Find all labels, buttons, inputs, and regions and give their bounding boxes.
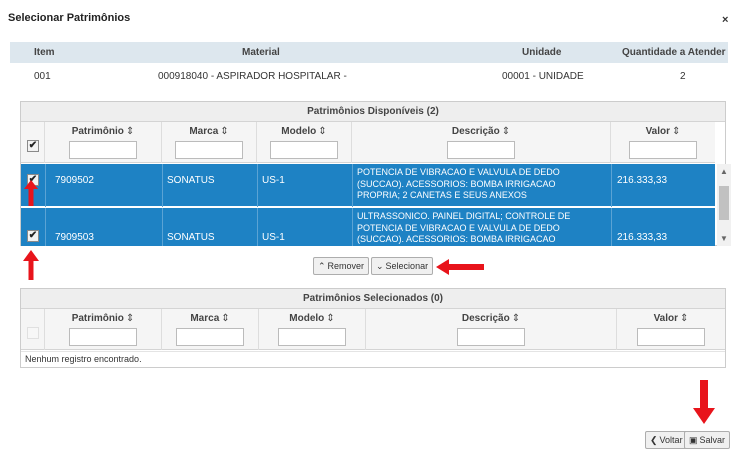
scroll-down-icon[interactable]: ▼ bbox=[717, 234, 731, 243]
cell-descricao: ULTRASSONICO. PAINEL DIGITAL; CONTROLE D… bbox=[357, 211, 571, 244]
select-all-checkbox bbox=[27, 327, 39, 339]
summary-unidade: 00001 - UNIDADE bbox=[502, 71, 584, 82]
selected-caption: Patrimônios Selecionados (0) bbox=[21, 289, 725, 309]
col-modelo-label: Modelo bbox=[289, 313, 325, 324]
table-row[interactable]: ✔ 7909503 SONATUS US-1 ULTRASSONICO. PAI… bbox=[21, 208, 715, 246]
select-all-col bbox=[21, 309, 45, 350]
table-row[interactable]: ✔ 7909502 SONATUS US-1 POTENCIA DE VIBRA… bbox=[21, 164, 715, 207]
col-patrimonio-label: Patrimônio bbox=[71, 126, 124, 137]
col-modelo[interactable]: Modelo ⇕ bbox=[257, 122, 352, 163]
cell-descricao: POTENCIA DE VIBRACAO E VALVULA DE DEDO (… bbox=[357, 167, 560, 200]
selected-grid: Patrimônios Selecionados (0) Patrimônio ⇕… bbox=[20, 288, 726, 368]
select-all-checkbox[interactable]: ✔ bbox=[27, 140, 39, 152]
cell-marca: SONATUS bbox=[167, 232, 215, 243]
summary-col-material: Material bbox=[242, 47, 280, 58]
cell-valor: 216.333,33 bbox=[617, 175, 668, 186]
col-patrimonio[interactable]: Patrimônio ⇕ bbox=[45, 122, 162, 163]
chevron-down-icon: ⌄ bbox=[376, 261, 384, 271]
available-header: ✔ Patrimônio ⇕ Marca ⇕ Modelo ⇕ Descrição ⇕ … bbox=[21, 122, 715, 163]
sort-icon: ⇕ bbox=[680, 313, 689, 324]
cell-modelo: US-1 bbox=[262, 175, 285, 186]
sort-icon: ⇕ bbox=[221, 313, 230, 324]
col-modelo[interactable]: Modelo ⇕ bbox=[259, 309, 366, 350]
row-checkbox[interactable]: ✔ bbox=[27, 230, 39, 242]
selected-header: Patrimônio ⇕ Marca ⇕ Modelo ⇕ Descrição ⇕ Va… bbox=[21, 309, 725, 350]
available-caption: Patrimônios Disponíveis (2) bbox=[21, 102, 725, 122]
dialog-title: Selecionar Patrimônios bbox=[8, 12, 131, 24]
summary-col-unidade: Unidade bbox=[522, 47, 562, 58]
summary-col-item: Item bbox=[34, 47, 55, 58]
remove-button[interactable]: ⌃ Remover bbox=[313, 257, 370, 275]
summary-header: Item Material Unidade Quantidade a Atend… bbox=[10, 42, 728, 63]
col-valor-label: Valor bbox=[645, 126, 671, 137]
col-patrimonio[interactable]: Patrimônio ⇕ bbox=[45, 309, 162, 350]
sort-icon: ⇕ bbox=[125, 313, 135, 324]
cell-patrimonio: 7909502 bbox=[55, 175, 94, 186]
sort-icon: ⇕ bbox=[511, 313, 521, 324]
rows-scrollbar[interactable]: ▲ ▼ bbox=[717, 164, 731, 246]
col-modelo-label: Modelo bbox=[281, 126, 317, 137]
col-marca-label: Marca bbox=[190, 313, 220, 324]
col-marca[interactable]: Marca ⇕ bbox=[162, 122, 257, 163]
col-descricao[interactable]: Descrição ⇕ bbox=[352, 122, 611, 163]
select-all-col: ✔ bbox=[21, 122, 45, 163]
back-button[interactable]: ❮ Voltar bbox=[645, 431, 688, 449]
filter-modelo-input[interactable] bbox=[278, 328, 346, 346]
empty-message: Nenhum registro encontrado. bbox=[21, 351, 725, 366]
filter-descricao-input[interactable] bbox=[447, 141, 515, 159]
close-icon[interactable]: × bbox=[722, 15, 728, 26]
sort-icon: ⇕ bbox=[220, 126, 229, 137]
available-rows: ✔ 7909502 SONATUS US-1 POTENCIA DE VIBRA… bbox=[21, 164, 715, 246]
cell-marca: SONATUS bbox=[167, 175, 215, 186]
filter-descricao-input[interactable] bbox=[457, 328, 525, 346]
floppy-disk-icon: ▣ bbox=[689, 435, 698, 445]
summary-quantidade: 2 bbox=[680, 71, 686, 82]
summary-row: 001 000918040 - ASPIRADOR HOSPITALAR - 0… bbox=[10, 66, 728, 86]
sort-icon: ⇕ bbox=[501, 126, 511, 137]
available-grid: Patrimônios Disponíveis (2) ✔ Patrimônio… bbox=[20, 101, 731, 246]
arrow-left-icon bbox=[436, 259, 484, 275]
sort-icon: ⇕ bbox=[326, 313, 335, 324]
col-valor-label: Valor bbox=[653, 313, 679, 324]
col-marca-label: Marca bbox=[189, 126, 219, 137]
summary-col-quantidade: Quantidade a Atender bbox=[622, 47, 726, 58]
sort-icon: ⇕ bbox=[125, 126, 135, 137]
summary-material: 000918040 - ASPIRADOR HOSPITALAR - bbox=[158, 71, 347, 82]
arrow-down-icon bbox=[693, 380, 715, 424]
filter-patrimonio-input[interactable] bbox=[69, 328, 137, 346]
filter-modelo-input[interactable] bbox=[270, 141, 338, 159]
filter-marca-input[interactable] bbox=[175, 141, 243, 159]
summary-item: 001 bbox=[34, 71, 51, 82]
filter-patrimonio-input[interactable] bbox=[69, 141, 137, 159]
col-descricao[interactable]: Descrição ⇕ bbox=[366, 309, 617, 350]
sort-icon: ⇕ bbox=[672, 126, 681, 137]
col-patrimonio-label: Patrimônio bbox=[71, 313, 124, 324]
select-button[interactable]: ⌄ Selecionar bbox=[371, 257, 434, 275]
col-marca[interactable]: Marca ⇕ bbox=[162, 309, 259, 350]
arrow-up-icon bbox=[23, 250, 39, 280]
cell-patrimonio: 7909503 bbox=[55, 232, 94, 243]
cell-modelo: US-1 bbox=[262, 232, 285, 243]
arrow-up-icon bbox=[24, 180, 38, 206]
chevron-left-icon: ❮ bbox=[650, 435, 658, 445]
chevron-up-icon: ⌃ bbox=[318, 261, 326, 271]
col-valor[interactable]: Valor ⇕ bbox=[611, 122, 715, 163]
col-valor[interactable]: Valor ⇕ bbox=[617, 309, 725, 350]
scroll-thumb[interactable] bbox=[719, 186, 729, 220]
sort-icon: ⇕ bbox=[318, 126, 327, 137]
filter-marca-input[interactable] bbox=[176, 328, 244, 346]
save-button[interactable]: ▣ Salvar bbox=[684, 431, 731, 449]
col-descricao-label: Descrição bbox=[461, 313, 510, 324]
cell-valor: 216.333,33 bbox=[617, 232, 668, 243]
filter-valor-input[interactable] bbox=[629, 141, 697, 159]
col-descricao-label: Descrição bbox=[451, 126, 500, 137]
filter-valor-input[interactable] bbox=[637, 328, 705, 346]
scroll-up-icon[interactable]: ▲ bbox=[717, 167, 731, 176]
